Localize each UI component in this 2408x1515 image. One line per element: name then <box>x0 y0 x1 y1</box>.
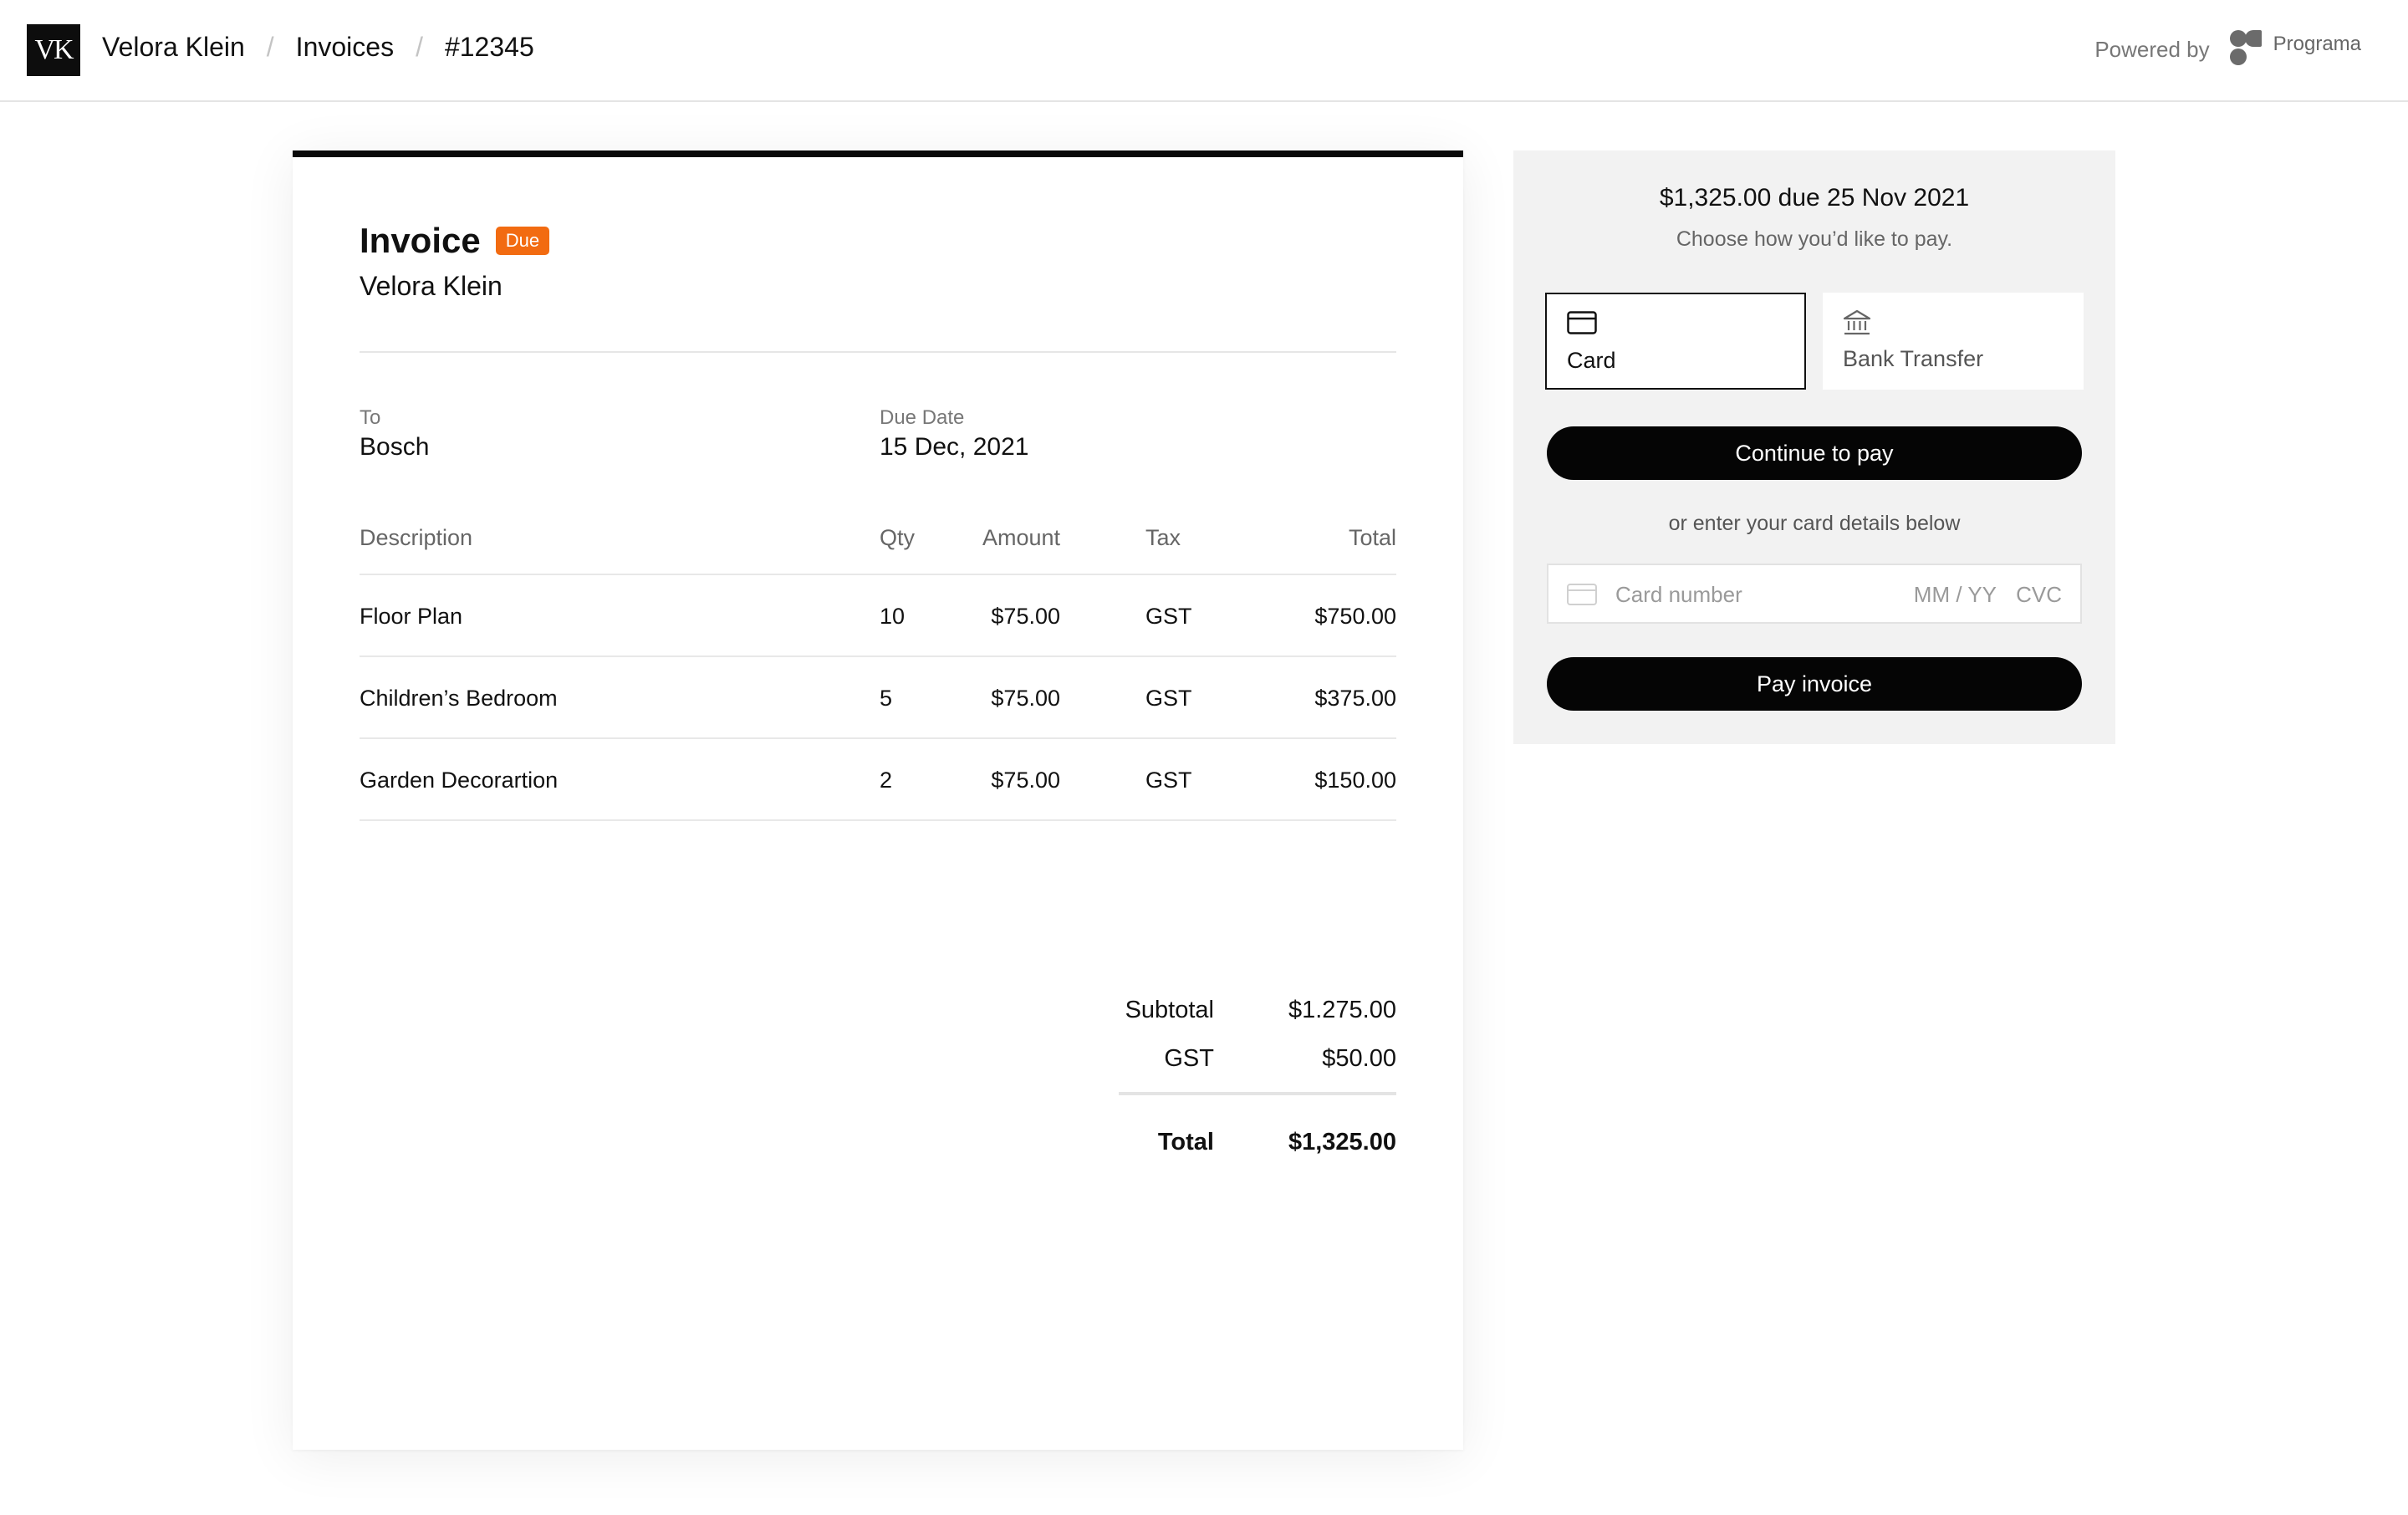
line-item-total: $150.00 <box>1314 768 1396 793</box>
divider <box>1119 1092 1396 1095</box>
tax-label: GST <box>1164 1045 1214 1072</box>
invoice-title: Invoice <box>360 221 481 260</box>
pay-invoice-button[interactable]: Pay invoice <box>1547 657 2082 711</box>
programa-brand-name[interactable]: Programa <box>2273 33 2361 56</box>
divider <box>360 351 1396 353</box>
line-item-amount: $75.00 <box>991 686 1060 711</box>
table-row: Floor Plan 10 $75.00 GST $750.00 <box>360 574 1396 655</box>
programa-logo-icon <box>2229 30 2265 69</box>
brand-logo[interactable]: VK <box>27 24 80 76</box>
due-date-value: 15 Dec, 2021 <box>880 433 1029 461</box>
line-item-qty: 10 <box>880 604 906 629</box>
invoice-from-name: Velora Klein <box>360 271 503 301</box>
divider <box>360 819 1396 821</box>
column-header-tax: Tax <box>1145 525 1181 550</box>
total-label: Total <box>1157 1129 1214 1155</box>
card-details-hint: or enter your card details below <box>1668 512 1961 535</box>
line-item-total: $375.00 <box>1314 686 1396 711</box>
line-item-amount: $75.00 <box>991 768 1060 793</box>
card-details-input[interactable]: Card number MM / YY CVC <box>1547 564 2082 624</box>
due-date-label: Due Date <box>880 406 965 429</box>
payment-instruction: Choose how you’d like to pay. <box>1676 227 1953 251</box>
credit-card-icon <box>1567 311 1597 339</box>
top-bar: VK Velora Klein / Invoices / #12345 Powe… <box>0 0 2408 102</box>
card-placeholder-icon <box>1567 584 1597 610</box>
line-item-description: Children’s Bedroom <box>360 686 558 711</box>
breadcrumb-separator: / <box>266 32 274 62</box>
breadcrumb-current: #12345 <box>444 32 534 62</box>
line-item-amount: $75.00 <box>991 604 1060 629</box>
line-items-table: Floor Plan 10 $75.00 GST $750.00 Childre… <box>360 574 1396 821</box>
column-header-description: Description <box>360 525 473 550</box>
line-item-description: Garden Decorartion <box>360 768 559 793</box>
payment-method-card[interactable]: Card <box>1545 293 1806 390</box>
breadcrumb: Velora Klein / Invoices / #12345 <box>102 32 534 63</box>
line-item-tax: GST <box>1145 604 1192 629</box>
powered-by-label: Powered by <box>2094 36 2210 62</box>
continue-to-pay-button[interactable]: Continue to pay <box>1547 426 2082 480</box>
total-value: $1,325.00 <box>1288 1129 1396 1155</box>
line-item-tax: GST <box>1145 768 1192 793</box>
table-row: Garden Decorartion 2 $75.00 GST $150.00 <box>360 737 1396 819</box>
payment-method-label: Bank Transfer <box>1843 346 1984 371</box>
line-item-qty: 2 <box>880 768 893 793</box>
payment-panel: $1,325.00 due 25 Nov 2021 Choose how you… <box>1513 150 2115 744</box>
card-expiry-field[interactable]: MM / YY <box>1914 582 1997 608</box>
bank-icon <box>1843 309 1871 340</box>
to-label: To <box>360 406 381 429</box>
invoice-document: Invoice Due Velora Klein To Bosch Due Da… <box>293 150 1463 1450</box>
breadcrumb-account[interactable]: Velora Klein <box>102 32 245 63</box>
line-item-tax: GST <box>1145 686 1192 711</box>
payment-method-label: Card <box>1567 348 1616 373</box>
amount-due: $1,325.00 due 25 Nov 2021 <box>1659 184 1970 212</box>
powered-by: Powered by Programa <box>2094 30 2361 69</box>
line-item-description: Floor Plan <box>360 604 463 629</box>
breadcrumb-invoices[interactable]: Invoices <box>296 32 394 63</box>
column-header-total: Total <box>1348 525 1396 550</box>
line-items-header: Description Qty Amount Tax Total <box>360 525 1396 559</box>
subtotal-label: Subtotal <box>1125 997 1214 1023</box>
subtotal-value: $1.275.00 <box>1288 997 1396 1023</box>
column-header-amount: Amount <box>982 525 1060 550</box>
card-cvc-field[interactable]: CVC <box>2016 582 2062 608</box>
payment-method-bank-transfer[interactable]: Bank Transfer <box>1823 293 2084 390</box>
status-badge: Due <box>495 227 550 255</box>
card-number-field[interactable]: Card number <box>1615 582 1742 608</box>
line-item-total: $750.00 <box>1314 604 1396 629</box>
to-value: Bosch <box>360 433 430 461</box>
invoice-heading: Invoice Due <box>360 221 550 261</box>
line-item-qty: 5 <box>880 686 893 711</box>
column-header-qty: Qty <box>880 525 916 550</box>
tax-value: $50.00 <box>1322 1045 1396 1072</box>
breadcrumb-separator: / <box>416 32 423 62</box>
table-row: Children’s Bedroom 5 $75.00 GST $375.00 <box>360 655 1396 737</box>
